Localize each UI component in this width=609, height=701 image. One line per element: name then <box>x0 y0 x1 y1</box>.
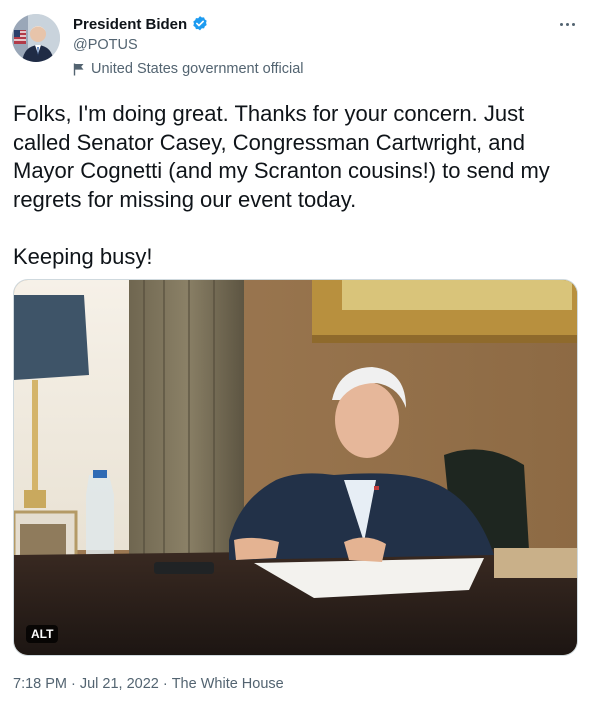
alt-text-badge[interactable]: ALT <box>26 625 59 643</box>
government-flag-icon <box>73 63 84 75</box>
tweet-card: President Biden @POTUS United States gov… <box>0 0 609 701</box>
tweet-photo[interactable]: ALT <box>13 279 578 656</box>
author-name-row: President Biden <box>73 15 209 33</box>
tweet-source[interactable]: The White House <box>172 676 284 692</box>
meta-separator: · <box>71 676 76 692</box>
tweet-date[interactable]: Jul 21, 2022 <box>80 676 159 692</box>
photo-image <box>14 280 577 655</box>
author-name[interactable]: President Biden <box>73 16 187 33</box>
meta-separator: · <box>162 676 168 692</box>
avatar[interactable] <box>12 14 60 62</box>
tweet-metadata: 7:18 PM · Jul 21, 2022 · The White House <box>13 676 284 692</box>
more-options-icon[interactable] <box>555 14 579 34</box>
tweet-time[interactable]: 7:18 PM <box>13 676 67 692</box>
avatar-photo <box>12 14 60 62</box>
government-label[interactable]: United States government official <box>73 61 304 77</box>
government-label-text: United States government official <box>91 61 304 77</box>
author-handle[interactable]: @POTUS <box>73 37 138 53</box>
tweet-text: Folks, I'm doing great. Thanks for your … <box>13 101 550 269</box>
verified-badge-icon <box>193 16 207 31</box>
